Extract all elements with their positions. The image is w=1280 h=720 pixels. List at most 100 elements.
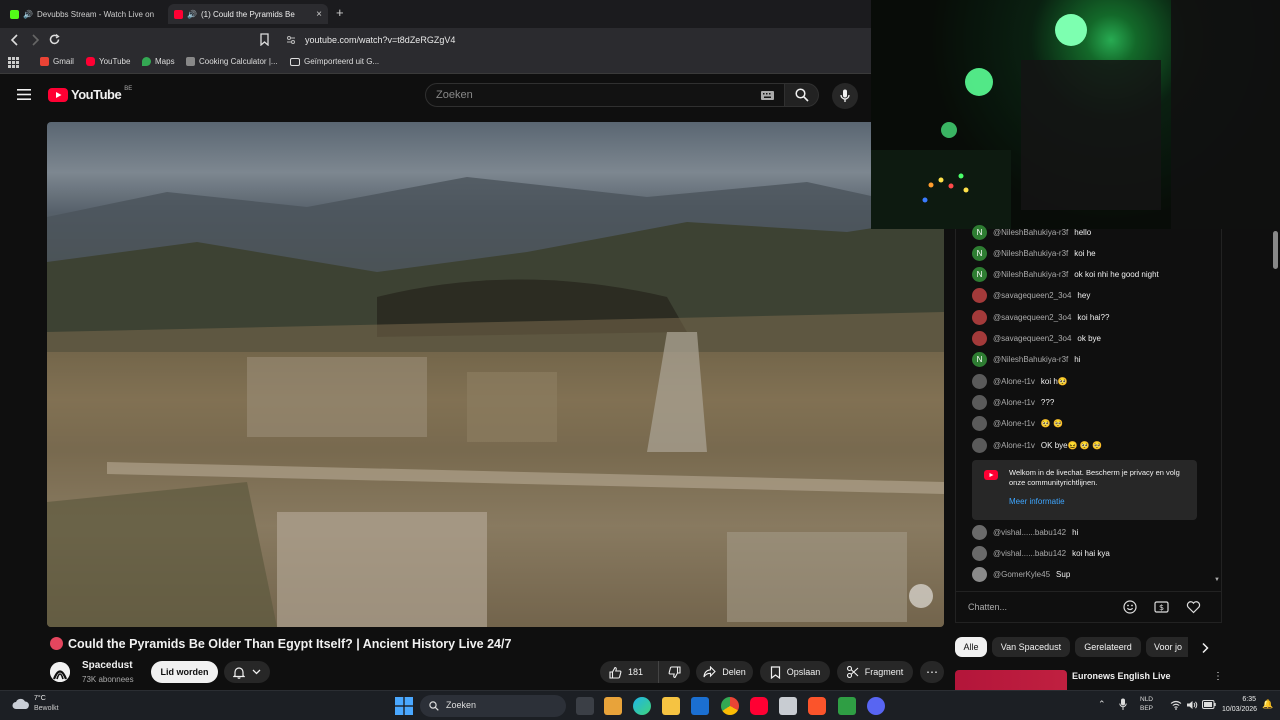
recommendation-title[interactable]: Euronews English Live [1072,671,1171,681]
scroll-down-icon[interactable]: ▼ [1214,577,1220,583]
tray-microphone-icon[interactable] [1119,698,1127,711]
chat-avatar[interactable]: N [972,245,987,261]
url-field[interactable]: youtube.com/watch?v=t8dZeRGZgV4 [305,35,455,45]
chat-author[interactable]: @Alone-t1v [993,441,1035,450]
join-button[interactable]: Lid worden [151,661,218,683]
search-input[interactable]: Zoeken [425,83,785,107]
tab-youtube[interactable]: 🔊 (1) Could the Pyramids Be × [168,4,328,24]
chat-author[interactable]: @Alone-t1v [993,419,1035,428]
chat-message[interactable]: @vishal......babu142 hi [972,523,1078,541]
battery-icon[interactable] [1202,700,1216,709]
chat-avatar[interactable]: N [972,224,987,240]
bookmark-folder-imported[interactable]: Geïmporteerd uit G... [290,57,379,66]
microsoft-store-icon[interactable] [604,697,622,715]
chat-avatar[interactable] [972,331,987,346]
like-button[interactable]: 181 [600,661,658,683]
chip-from-channel[interactable]: Van Spacedust [992,637,1070,657]
chat-author[interactable]: @vishal......babu142 [993,528,1066,537]
chat-message[interactable]: @vishal......babu142 koi hai kya [972,544,1110,562]
bookmark-gmail[interactable]: Gmail [40,57,74,66]
chat-avatar[interactable] [972,309,987,325]
search-button[interactable] [785,83,819,107]
wifi-icon[interactable] [1170,700,1182,710]
more-actions-icon[interactable]: ⋯ [920,661,944,683]
calculator-icon[interactable] [779,697,797,715]
chat-author[interactable]: @NileshBahukiya-r3f [993,270,1068,279]
chat-avatar[interactable]: N [972,352,987,368]
channel-name[interactable]: Spacedust [82,660,133,671]
chat-avatar[interactable] [972,288,987,304]
chat-message[interactable]: @Alone-t1v koi h🥺 [972,372,1068,390]
chat-message[interactable]: @Alone-t1v OK bye😖 🥺 🥺 [972,436,1102,454]
recommendation-thumbnail[interactable] [955,670,1067,690]
taskbar-search[interactable]: Zoeken [420,695,566,717]
discord-icon[interactable] [867,697,885,715]
notifications-button[interactable] [224,661,270,683]
bookmark-youtube[interactable]: YouTube [86,57,130,66]
chat-author[interactable]: @Alone-t1v [993,398,1035,407]
chat-message[interactable]: N @NileshBahukiya-r3f ok koi nhi he good n… [972,266,1159,284]
recommendation-more-icon[interactable]: ⋮ [1213,671,1223,682]
chat-input[interactable]: Chatten... [968,600,1138,616]
back-icon[interactable] [9,33,21,47]
chat-message[interactable]: @Alone-t1v??? [972,393,1054,411]
chat-message[interactable]: @savagequeen2_3o4 koi hai?? [972,308,1109,326]
video-player[interactable] [47,122,944,627]
chrome-icon[interactable] [721,697,739,715]
chat-message[interactable]: @savagequeen2_3o4 hey [972,287,1090,305]
task-view-icon[interactable] [576,697,594,715]
super-chat-icon[interactable]: $ [1154,600,1169,614]
reload-icon[interactable] [48,33,61,46]
chip-related[interactable]: Gerelateerd [1075,637,1141,657]
voice-search-button[interactable] [832,83,858,109]
bookmark-maps[interactable]: Maps [142,57,175,66]
chat-message[interactable]: @Alone-t1v 🥺 🥺 [972,415,1063,433]
chat-avatar[interactable] [972,567,987,583]
keyboard-icon[interactable] [761,91,774,100]
clip-button[interactable]: Fragment [837,661,913,683]
dislike-button[interactable] [658,661,690,683]
chat-message[interactable]: N @NileshBahukiya-r3f koi he [972,244,1096,262]
chat-avatar[interactable] [972,394,987,410]
chat-message[interactable]: @GomerKyle45 Sup [972,566,1070,584]
clock[interactable]: 6:35 10/03/2026 [1222,695,1257,715]
chat-avatar[interactable] [972,437,987,453]
chat-author[interactable]: @savagequeen2_3o4 [993,334,1071,343]
youtube-app-icon[interactable] [750,697,768,715]
chat-message[interactable]: @savagequeen2_3o4 ok bye [972,330,1101,348]
chat-author[interactable]: @NileshBahukiya-r3f [993,249,1068,258]
chat-avatar[interactable]: N [972,267,987,283]
file-explorer-icon[interactable] [662,697,680,715]
tray-overflow-icon[interactable]: ⌃ [1098,699,1106,710]
site-info-icon[interactable] [286,35,296,45]
volume-icon[interactable] [1186,700,1198,710]
chat-message[interactable]: N @NileshBahukiya-r3f hi [972,351,1081,369]
more-info-link[interactable]: Meer informatie [1009,497,1065,506]
input-language[interactable]: NLD BEP [1140,695,1153,713]
heart-icon[interactable] [1186,600,1201,614]
chat-author[interactable]: @NileshBahukiya-r3f [993,228,1068,237]
page-scrollbar[interactable] [1273,231,1278,269]
new-tab-button[interactable]: + [336,5,344,20]
chevron-right-icon[interactable] [1200,642,1210,654]
forward-icon[interactable] [29,33,41,47]
share-button[interactable]: Delen [696,661,753,683]
emoji-icon[interactable] [1123,600,1137,614]
chat-avatar[interactable] [972,545,987,561]
channel-avatar[interactable] [50,662,70,682]
windows-start-icon[interactable] [395,697,413,715]
chat-author[interactable]: @vishal......babu142 [993,549,1066,558]
chat-avatar[interactable] [972,524,987,540]
notification-bell-icon[interactable]: 🔔 [1262,699,1273,710]
edge-browser-icon[interactable] [633,697,651,715]
chat-avatar[interactable] [972,416,987,432]
close-tab-icon[interactable]: × [316,9,322,20]
chat-author[interactable]: @GomerKyle45 [993,570,1050,579]
apps-grid-icon[interactable] [8,57,19,68]
chat-author[interactable]: @savagequeen2_3o4 [993,313,1071,322]
save-button[interactable]: Opslaan [760,661,830,683]
outlook-icon[interactable] [691,697,709,715]
youtube-logo[interactable]: YouTube BE [48,86,132,102]
chat-avatar[interactable] [972,373,987,389]
bookmark-cooking-calculator[interactable]: Cooking Calculator |... [186,57,278,66]
